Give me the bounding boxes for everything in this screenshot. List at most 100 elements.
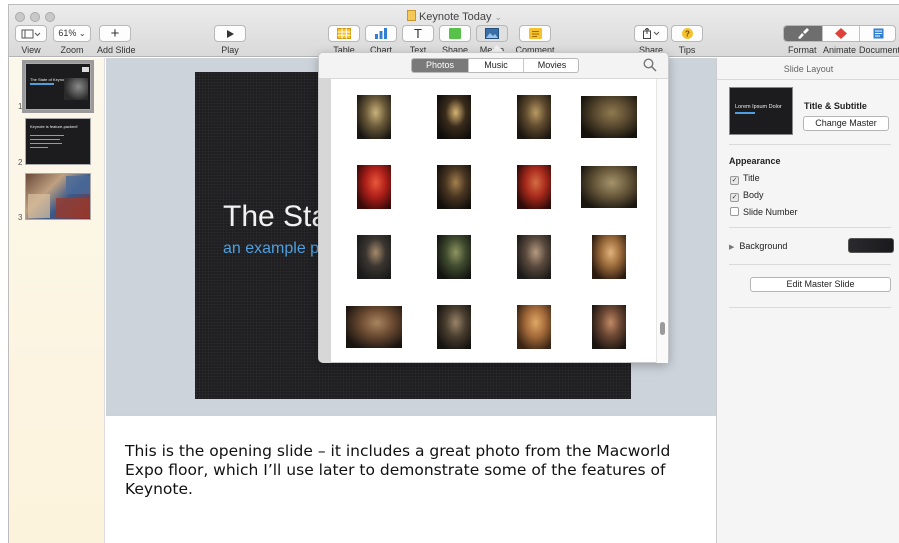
photo-two-people[interactable] (517, 235, 551, 279)
media-browser-sidebar[interactable] (319, 79, 331, 363)
tab-photos[interactable]: Photos (412, 59, 468, 72)
media-icon (476, 25, 508, 42)
zoom-control[interactable]: 61% ⌄ Zoom (53, 25, 91, 55)
photo-cave-10[interactable] (517, 305, 551, 349)
master-thumbnail-subtitle-bar (735, 112, 755, 114)
background-color-swatch[interactable] (848, 238, 894, 253)
format-inspector: Slide Layout Lorem Ipsum Dolor Title & S… (716, 58, 899, 543)
zoom-select[interactable]: 61% ⌄ (53, 25, 91, 42)
divider (729, 227, 891, 228)
photo-cave-1[interactable] (357, 95, 391, 139)
photo-cave-red-1[interactable] (357, 165, 391, 209)
slide-navigator: 1 The State of Keynote Today 2 Keynote i… (9, 58, 105, 543)
title-checkbox[interactable]: ✓ (730, 176, 739, 185)
animate-tab[interactable] (822, 26, 859, 41)
window-title: Keynote Today (418, 11, 492, 23)
format-tab[interactable] (784, 26, 822, 41)
master-name: Title & Subtitle (804, 101, 867, 111)
slide-thumbnail-photo (56, 198, 90, 218)
play-icon (214, 25, 246, 42)
photo-cave-3[interactable] (517, 95, 551, 139)
slide-thumbnail-title: Keynote is feature-packed! (30, 124, 78, 129)
keynote-document-icon (406, 10, 416, 21)
share-button[interactable]: Share (633, 25, 669, 55)
body-checkbox[interactable]: ✓ (730, 193, 739, 202)
edit-master-slide-button[interactable]: Edit Master Slide (750, 277, 891, 292)
animate-diamond-icon (835, 28, 847, 39)
slide-number-checkbox[interactable] (730, 207, 739, 216)
slide-number: 3 (18, 213, 23, 222)
slide-thumbnail-subtitle-bar (30, 83, 54, 85)
body-checkbox-label: Body (743, 190, 764, 200)
slide-thumbnail-3[interactable] (25, 173, 91, 220)
chart-button[interactable]: Chart (365, 25, 397, 55)
slide-number: 2 (18, 158, 23, 167)
slide-thumbnail-photo (28, 194, 50, 218)
chart-icon (365, 25, 397, 42)
photo-cave-5[interactable] (437, 165, 471, 209)
add-slide-label: Add Slide (97, 45, 136, 55)
divider (729, 307, 891, 308)
change-master-button[interactable]: Change Master (803, 116, 889, 131)
text-button[interactable]: T Text (402, 25, 434, 55)
tips-icon: ? (671, 25, 703, 42)
photo-cave-6[interactable] (581, 166, 637, 208)
master-thumbnail-text: Lorem Ipsum Dolor (735, 104, 782, 110)
photo-man-hat[interactable] (437, 305, 471, 349)
window-title-area[interactable]: Keynote Today ⌄ (9, 10, 899, 23)
add-slide-button[interactable]: + Add Slide (97, 25, 136, 55)
scrollbar-thumb[interactable] (660, 322, 665, 335)
table-button[interactable]: Table (328, 25, 360, 55)
play-label: Play (221, 45, 239, 55)
title-checkbox-row[interactable]: ✓ Title (730, 173, 760, 185)
slide-thumbnail-line (30, 139, 60, 140)
document-label: Document (859, 45, 899, 55)
photo-cave-red-2[interactable] (517, 165, 551, 209)
slide-number: 1 (18, 102, 23, 111)
share-icon (634, 25, 668, 42)
search-icon[interactable] (643, 58, 657, 72)
tab-music[interactable]: Music (468, 59, 523, 72)
tab-movies[interactable]: Movies (523, 59, 578, 72)
shape-icon (439, 25, 471, 42)
body-checkbox-row[interactable]: ✓ Body (730, 190, 764, 202)
presenter-notes-text[interactable]: This is the opening slide – it includes … (125, 442, 685, 499)
zoom-chevron-down-icon: ⌄ (78, 29, 86, 38)
title-chevron-down-icon[interactable]: ⌄ (495, 12, 503, 22)
svg-text:?: ? (685, 30, 690, 39)
slide-thumbnail-badge (82, 67, 89, 72)
photo-cave-7[interactable] (437, 235, 471, 279)
slide-thumbnail-2[interactable]: Keynote is feature-packed! (25, 118, 91, 165)
slide-thumbnail-1[interactable]: The State of Keynote Today (22, 60, 94, 113)
slide-thumbnail-photo (64, 78, 88, 100)
background-disclosure[interactable]: ▶ Background (729, 241, 787, 251)
divider (729, 264, 891, 265)
photo-selfie[interactable] (592, 305, 626, 349)
inspector-segmented-control (783, 25, 896, 42)
slide-thumbnail-photo (66, 176, 90, 194)
presenter-notes[interactable]: This is the opening slide – it includes … (106, 415, 716, 543)
master-thumbnail[interactable]: Lorem Ipsum Dolor (729, 87, 793, 135)
document-tab[interactable] (859, 26, 895, 41)
tips-button[interactable]: ? Tips (671, 25, 703, 55)
view-button[interactable]: View (14, 25, 48, 55)
comment-icon (519, 25, 551, 42)
comment-button[interactable]: Comment (515, 25, 555, 55)
photo-cave-2[interactable] (437, 95, 471, 139)
text-icon: T (402, 25, 434, 42)
title-checkbox-label: Title (743, 173, 760, 183)
photo-cave-8[interactable] (592, 235, 626, 279)
photo-cave-4[interactable] (581, 96, 637, 138)
photo-hat-person[interactable] (357, 235, 391, 279)
slide-number-checkbox-row[interactable]: Slide Number (730, 207, 798, 217)
media-browser-header: Photos Music Movies (319, 53, 668, 79)
paintbrush-icon (798, 28, 809, 39)
document-icon (873, 28, 884, 39)
media-browser-scrollbar[interactable] (656, 79, 668, 363)
play-button[interactable]: Play (214, 25, 246, 55)
zoom-value: 61% (58, 28, 77, 38)
zoom-label: Zoom (60, 45, 84, 55)
photo-cave-9[interactable] (346, 306, 402, 348)
background-label: Background (739, 241, 788, 251)
shape-button[interactable]: Shape (439, 25, 471, 55)
